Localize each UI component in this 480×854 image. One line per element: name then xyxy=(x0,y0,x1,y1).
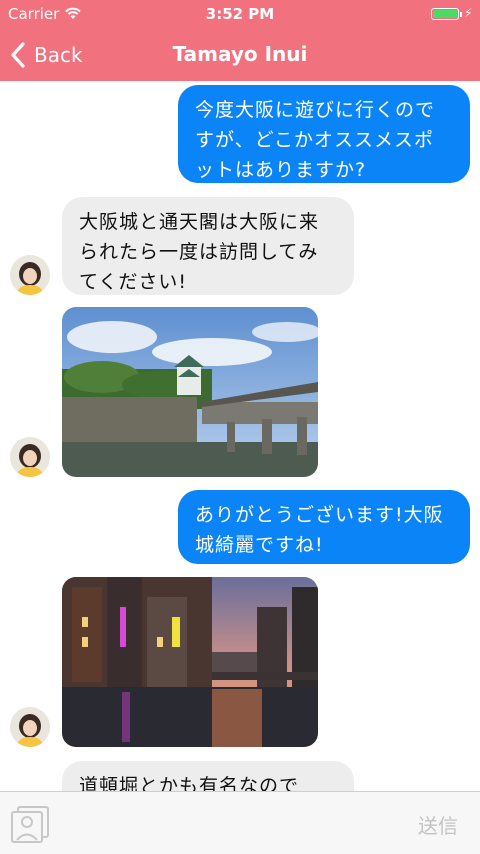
incoming-message: 道頓堀とかも有名なので xyxy=(62,761,354,791)
status-bar: Carrier 3:52 PM ⚡ xyxy=(0,0,480,28)
dotonbori-photo xyxy=(62,577,318,747)
photo-library-icon[interactable] xyxy=(8,802,52,844)
photo-message-dotonbori[interactable] xyxy=(62,577,318,747)
osaka-castle-photo xyxy=(62,307,318,477)
avatar-image xyxy=(10,437,50,477)
incoming-message: 大阪城と通天閣は大阪に来られたら一度は訪問してみてください! xyxy=(62,197,354,295)
battery-icon xyxy=(431,8,459,20)
send-button[interactable]: 送信 xyxy=(418,810,458,839)
conversation-title: Tamayo Inui xyxy=(172,42,308,66)
avatar-image xyxy=(10,255,50,295)
contact-avatar[interactable] xyxy=(10,707,50,747)
outgoing-message: ありがとうございます!大阪城綺麗ですね! xyxy=(178,490,470,564)
outgoing-message: 今度大阪に遊びに行くのですが、どこかオススメスポットはありますか? xyxy=(178,85,470,183)
photo-message-osaka-castle[interactable] xyxy=(62,307,318,477)
charging-bolt-icon: ⚡ xyxy=(464,6,473,20)
navigation-bar: Back Tamayo Inui xyxy=(0,28,480,81)
message-list[interactable]: 今度大阪に遊びに行くのですが、どこかオススメスポットはありますか? 大阪城と通天… xyxy=(0,81,480,791)
avatar-image xyxy=(10,707,50,747)
message-input-bar: 送信 xyxy=(0,791,480,854)
contact-avatar[interactable] xyxy=(10,255,50,295)
battery-tip xyxy=(460,12,462,17)
contact-avatar[interactable] xyxy=(10,437,50,477)
clock: 3:52 PM xyxy=(205,5,275,23)
